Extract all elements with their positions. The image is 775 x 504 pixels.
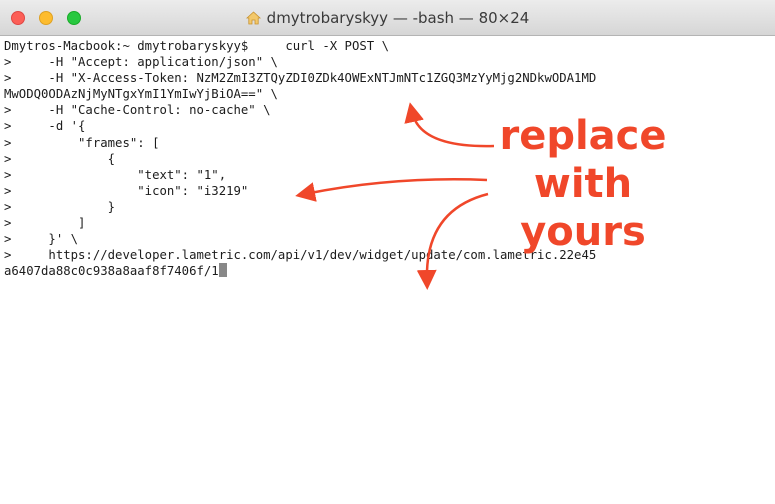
annotation-text: with <box>533 161 633 207</box>
arrow-to-frames <box>295 178 488 202</box>
arrow-to-url <box>416 192 489 290</box>
terminal-window: dmytrobaryskyy — -bash — 80×24 Dmytros-M… <box>0 0 775 504</box>
annotation-text: replace <box>499 113 667 159</box>
arrow-to-token <box>404 102 495 148</box>
annotation-text: yours <box>520 209 646 255</box>
